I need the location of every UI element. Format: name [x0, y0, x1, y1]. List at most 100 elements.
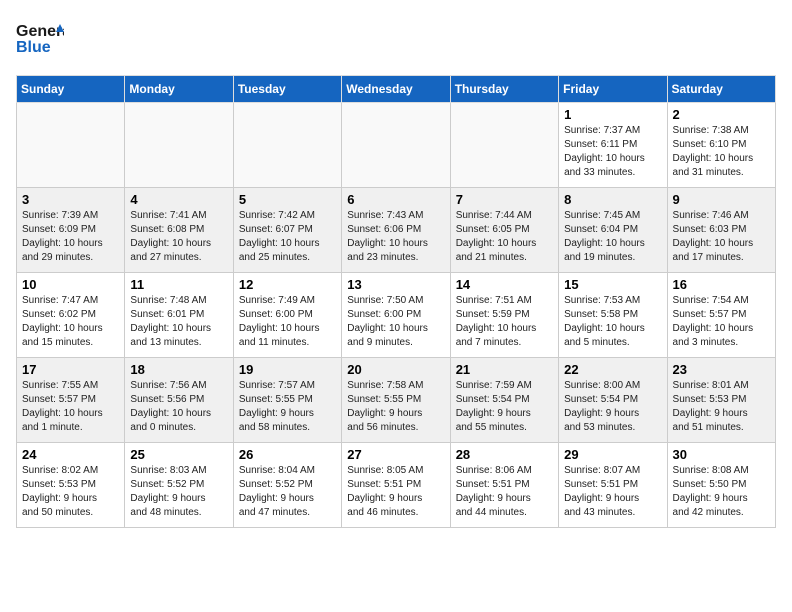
calendar-day-cell: 29 Sunrise: 8:07 AM Sunset: 5:51 PM Dayli…	[559, 443, 667, 528]
calendar-week-row: 17Sunrise: 7:55 AM Sunset: 5:57 PM Dayli…	[17, 358, 776, 443]
calendar-day-cell: 15 Sunrise: 7:53 AM Sunset: 5:58 PM Dayli…	[559, 273, 667, 358]
day-number: 11	[130, 277, 227, 292]
day-number: 2	[673, 107, 770, 122]
calendar-day-cell: 8 Sunrise: 7:45 AM Sunset: 6:04 PM Daylig…	[559, 188, 667, 273]
day-info: Sunrise: 8:00 AM Sunset: 5:54 PM Dayligh…	[564, 379, 661, 435]
day-info: Sunrise: 8:04 AM Sunset: 5:52 PM Dayligh…	[239, 464, 336, 520]
calendar-day-cell: 22 Sunrise: 8:00 AM Sunset: 5:54 PM Dayli…	[559, 358, 667, 443]
day-of-week-header: Wednesday	[342, 76, 450, 103]
calendar-table: SundayMondayTuesdayWednesdayThursdayFrid…	[16, 75, 776, 528]
day-info: Sunrise: 7:51 AM Sunset: 5:59 PM Dayligh…	[456, 294, 553, 350]
day-number: 27	[347, 447, 444, 462]
day-info: Sunrise: 7:50 AM Sunset: 6:00 PM Dayligh…	[347, 294, 444, 350]
calendar-day-cell: 28 Sunrise: 8:06 AM Sunset: 5:51 PM Dayli…	[450, 443, 558, 528]
calendar-day-cell: 3 Sunrise: 7:39 AM Sunset: 6:09 PM Daylig…	[17, 188, 125, 273]
day-info: Sunrise: 8:01 AM Sunset: 5:53 PM Dayligh…	[673, 379, 770, 435]
calendar-day-cell: 17Sunrise: 7:55 AM Sunset: 5:57 PM Dayli…	[17, 358, 125, 443]
calendar-day-cell: 1 Sunrise: 7:37 AM Sunset: 6:11 PM Daylig…	[559, 103, 667, 188]
calendar-day-cell: 11Sunrise: 7:48 AM Sunset: 6:01 PM Dayli…	[125, 273, 233, 358]
calendar-day-cell: 25Sunrise: 8:03 AM Sunset: 5:52 PM Dayli…	[125, 443, 233, 528]
day-number: 21	[456, 362, 553, 377]
day-number: 5	[239, 192, 336, 207]
day-info: Sunrise: 7:45 AM Sunset: 6:04 PM Dayligh…	[564, 209, 661, 265]
calendar-header-row: SundayMondayTuesdayWednesdayThursdayFrid…	[17, 76, 776, 103]
day-of-week-header: Sunday	[17, 76, 125, 103]
calendar-day-cell	[17, 103, 125, 188]
day-number: 15	[564, 277, 661, 292]
calendar-day-cell: 5 Sunrise: 7:42 AM Sunset: 6:07 PM Daylig…	[233, 188, 341, 273]
calendar-day-cell	[233, 103, 341, 188]
day-info: Sunrise: 8:02 AM Sunset: 5:53 PM Dayligh…	[22, 464, 119, 520]
day-number: 14	[456, 277, 553, 292]
calendar-day-cell	[342, 103, 450, 188]
day-number: 3	[22, 192, 119, 207]
day-info: Sunrise: 7:39 AM Sunset: 6:09 PM Dayligh…	[22, 209, 119, 265]
day-number: 6	[347, 192, 444, 207]
day-number: 22	[564, 362, 661, 377]
day-number: 10	[22, 277, 119, 292]
day-number: 16	[673, 277, 770, 292]
logo-icon: General Blue	[16, 16, 64, 58]
day-number: 13	[347, 277, 444, 292]
calendar-day-cell: 7Sunrise: 7:44 AM Sunset: 6:05 PM Daylig…	[450, 188, 558, 273]
calendar-day-cell	[125, 103, 233, 188]
day-number: 23	[673, 362, 770, 377]
calendar-day-cell: 19Sunrise: 7:57 AM Sunset: 5:55 PM Dayli…	[233, 358, 341, 443]
calendar-day-cell: 4Sunrise: 7:41 AM Sunset: 6:08 PM Daylig…	[125, 188, 233, 273]
day-info: Sunrise: 7:58 AM Sunset: 5:55 PM Dayligh…	[347, 379, 444, 435]
calendar-week-row: 1 Sunrise: 7:37 AM Sunset: 6:11 PM Daylig…	[17, 103, 776, 188]
day-number: 17	[22, 362, 119, 377]
day-of-week-header: Monday	[125, 76, 233, 103]
day-number: 8	[564, 192, 661, 207]
day-info: Sunrise: 7:46 AM Sunset: 6:03 PM Dayligh…	[673, 209, 770, 265]
calendar-day-cell: 18 Sunrise: 7:56 AM Sunset: 5:56 PM Dayli…	[125, 358, 233, 443]
calendar-day-cell: 30 Sunrise: 8:08 AM Sunset: 5:50 PM Dayli…	[667, 443, 775, 528]
calendar-day-cell: 6 Sunrise: 7:43 AM Sunset: 6:06 PM Daylig…	[342, 188, 450, 273]
calendar-day-cell: 16 Sunrise: 7:54 AM Sunset: 5:57 PM Dayli…	[667, 273, 775, 358]
day-number: 30	[673, 447, 770, 462]
calendar-week-row: 24 Sunrise: 8:02 AM Sunset: 5:53 PM Dayli…	[17, 443, 776, 528]
calendar-day-cell: 27 Sunrise: 8:05 AM Sunset: 5:51 PM Dayli…	[342, 443, 450, 528]
calendar-day-cell: 23 Sunrise: 8:01 AM Sunset: 5:53 PM Dayli…	[667, 358, 775, 443]
day-of-week-header: Tuesday	[233, 76, 341, 103]
day-number: 12	[239, 277, 336, 292]
day-number: 26	[239, 447, 336, 462]
calendar-day-cell: 2 Sunrise: 7:38 AM Sunset: 6:10 PM Daylig…	[667, 103, 775, 188]
svg-text:Blue: Blue	[16, 39, 51, 56]
day-number: 29	[564, 447, 661, 462]
day-info: Sunrise: 7:42 AM Sunset: 6:07 PM Dayligh…	[239, 209, 336, 265]
calendar-day-cell: 10 Sunrise: 7:47 AM Sunset: 6:02 PM Dayli…	[17, 273, 125, 358]
day-info: Sunrise: 7:43 AM Sunset: 6:06 PM Dayligh…	[347, 209, 444, 265]
calendar-week-row: 10 Sunrise: 7:47 AM Sunset: 6:02 PM Dayli…	[17, 273, 776, 358]
day-number: 9	[673, 192, 770, 207]
day-info: Sunrise: 7:37 AM Sunset: 6:11 PM Dayligh…	[564, 124, 661, 180]
day-info: Sunrise: 8:03 AM Sunset: 5:52 PM Dayligh…	[130, 464, 227, 520]
day-info: Sunrise: 7:38 AM Sunset: 6:10 PM Dayligh…	[673, 124, 770, 180]
day-number: 7	[456, 192, 553, 207]
day-info: Sunrise: 7:47 AM Sunset: 6:02 PM Dayligh…	[22, 294, 119, 350]
day-info: Sunrise: 8:06 AM Sunset: 5:51 PM Dayligh…	[456, 464, 553, 520]
day-info: Sunrise: 7:53 AM Sunset: 5:58 PM Dayligh…	[564, 294, 661, 350]
day-info: Sunrise: 8:07 AM Sunset: 5:51 PM Dayligh…	[564, 464, 661, 520]
day-number: 1	[564, 107, 661, 122]
day-number: 4	[130, 192, 227, 207]
day-info: Sunrise: 8:05 AM Sunset: 5:51 PM Dayligh…	[347, 464, 444, 520]
calendar-day-cell: 21Sunrise: 7:59 AM Sunset: 5:54 PM Dayli…	[450, 358, 558, 443]
day-of-week-header: Thursday	[450, 76, 558, 103]
calendar-body: 1 Sunrise: 7:37 AM Sunset: 6:11 PM Daylig…	[17, 103, 776, 528]
calendar-week-row: 3 Sunrise: 7:39 AM Sunset: 6:09 PM Daylig…	[17, 188, 776, 273]
calendar-day-cell: 24 Sunrise: 8:02 AM Sunset: 5:53 PM Dayli…	[17, 443, 125, 528]
day-of-week-header: Saturday	[667, 76, 775, 103]
day-number: 19	[239, 362, 336, 377]
day-number: 20	[347, 362, 444, 377]
day-number: 24	[22, 447, 119, 462]
day-info: Sunrise: 8:08 AM Sunset: 5:50 PM Dayligh…	[673, 464, 770, 520]
day-number: 28	[456, 447, 553, 462]
day-info: Sunrise: 7:56 AM Sunset: 5:56 PM Dayligh…	[130, 379, 227, 435]
calendar-day-cell: 9 Sunrise: 7:46 AM Sunset: 6:03 PM Daylig…	[667, 188, 775, 273]
day-number: 18	[130, 362, 227, 377]
calendar-day-cell	[450, 103, 558, 188]
calendar-day-cell: 14 Sunrise: 7:51 AM Sunset: 5:59 PM Dayli…	[450, 273, 558, 358]
page-header: General Blue	[16, 16, 776, 63]
day-info: Sunrise: 7:54 AM Sunset: 5:57 PM Dayligh…	[673, 294, 770, 350]
